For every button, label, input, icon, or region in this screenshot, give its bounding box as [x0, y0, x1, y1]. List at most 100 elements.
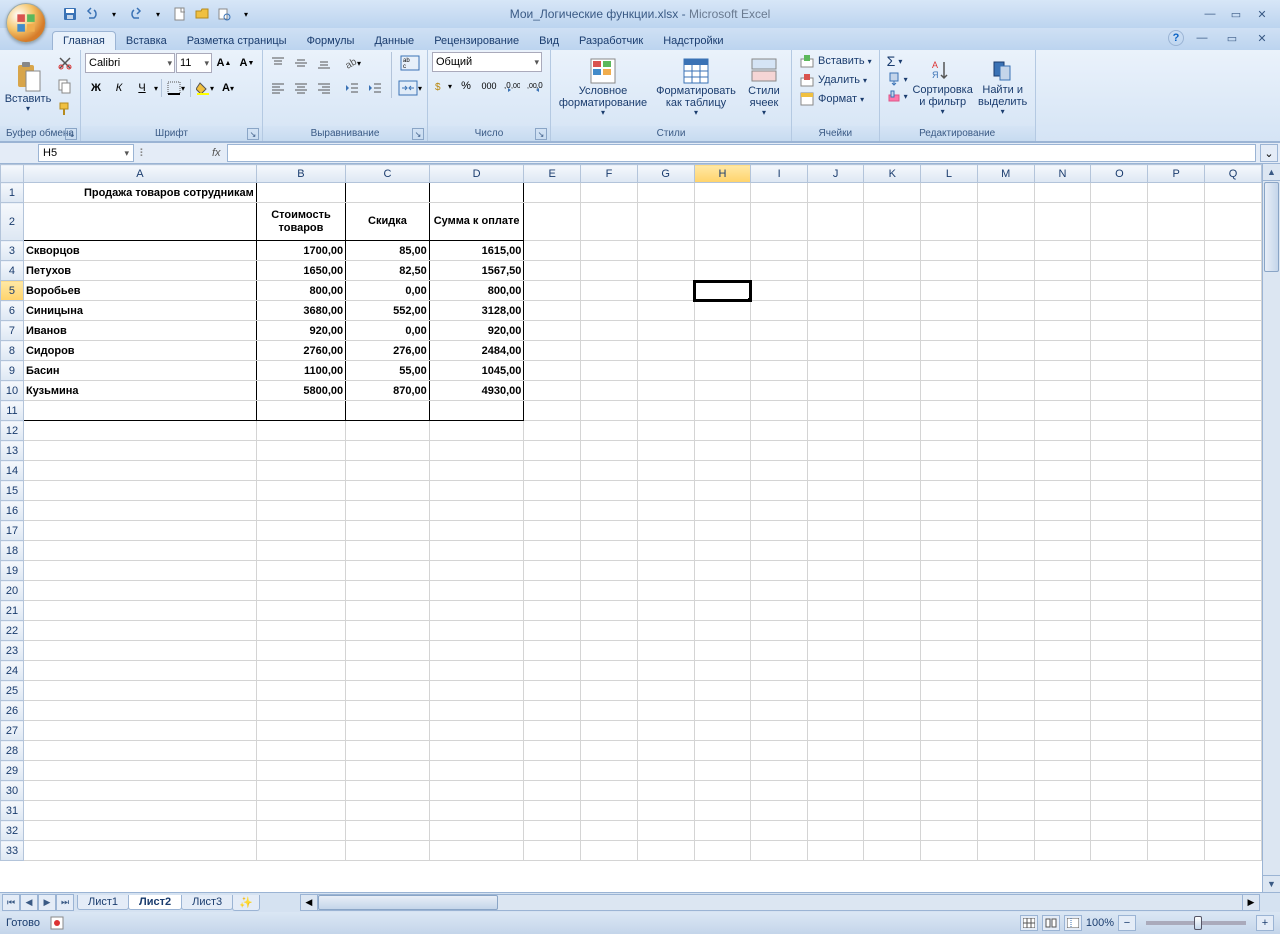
cell-J2[interactable]	[807, 203, 864, 241]
insert-cells-button[interactable]: Вставить	[796, 52, 875, 70]
cell-H10[interactable]	[694, 381, 751, 401]
col-header-A[interactable]: A	[23, 165, 256, 183]
cell-C14[interactable]	[346, 461, 430, 481]
cell-F1[interactable]	[581, 183, 638, 203]
cell-D20[interactable]	[429, 581, 524, 601]
cell-J30[interactable]	[807, 781, 864, 801]
cell-G29[interactable]	[637, 761, 694, 781]
align-center-icon[interactable]	[290, 77, 312, 99]
cell-K22[interactable]	[864, 621, 921, 641]
close-button[interactable]: ✕	[1250, 6, 1274, 22]
cell-J32[interactable]	[807, 821, 864, 841]
cell-M20[interactable]	[977, 581, 1034, 601]
cell-L31[interactable]	[921, 801, 978, 821]
cell-B28[interactable]	[256, 741, 345, 761]
cell-M26[interactable]	[977, 701, 1034, 721]
cell-N11[interactable]	[1034, 401, 1091, 421]
col-header-M[interactable]: M	[977, 165, 1034, 183]
decrease-indent-icon[interactable]	[341, 77, 363, 99]
cell-J4[interactable]	[807, 261, 864, 281]
cell-H27[interactable]	[694, 721, 751, 741]
cell-O16[interactable]	[1091, 501, 1148, 521]
cell-O28[interactable]	[1091, 741, 1148, 761]
cell-H21[interactable]	[694, 601, 751, 621]
cell-H4[interactable]	[694, 261, 751, 281]
cell-P19[interactable]	[1148, 561, 1205, 581]
cell-J11[interactable]	[807, 401, 864, 421]
cell-O22[interactable]	[1091, 621, 1148, 641]
cell-J24[interactable]	[807, 661, 864, 681]
decrease-font-icon[interactable]: A▼	[236, 52, 258, 74]
cell-Q16[interactable]	[1205, 501, 1262, 521]
cell-E6[interactable]	[524, 301, 581, 321]
redo-dropdown[interactable]	[148, 4, 168, 24]
cell-I2[interactable]	[751, 203, 807, 241]
cell-K24[interactable]	[864, 661, 921, 681]
cell-Q11[interactable]	[1205, 401, 1262, 421]
cell-N17[interactable]	[1034, 521, 1091, 541]
cell-A30[interactable]	[23, 781, 256, 801]
cell-O10[interactable]	[1091, 381, 1148, 401]
name-box[interactable]: H5▾	[38, 144, 134, 162]
cell-K27[interactable]	[864, 721, 921, 741]
cell-B19[interactable]	[256, 561, 345, 581]
cell-P9[interactable]	[1148, 361, 1205, 381]
cell-B33[interactable]	[256, 841, 345, 861]
cell-E16[interactable]	[524, 501, 581, 521]
cell-E14[interactable]	[524, 461, 581, 481]
cell-I1[interactable]	[751, 183, 807, 203]
cell-G21[interactable]	[637, 601, 694, 621]
cell-G16[interactable]	[637, 501, 694, 521]
macro-record-icon[interactable]	[50, 916, 64, 930]
cell-J16[interactable]	[807, 501, 864, 521]
cell-B27[interactable]	[256, 721, 345, 741]
cell-O31[interactable]	[1091, 801, 1148, 821]
doc-minimize-button[interactable]: —	[1190, 30, 1214, 46]
cell-G28[interactable]	[637, 741, 694, 761]
cell-G17[interactable]	[637, 521, 694, 541]
cell-E15[interactable]	[524, 481, 581, 501]
cell-D9[interactable]: 1045,00	[429, 361, 524, 381]
autosum-button[interactable]: Σ	[884, 52, 911, 70]
fill-color-button[interactable]	[194, 77, 216, 99]
cell-M32[interactable]	[977, 821, 1034, 841]
cell-K19[interactable]	[864, 561, 921, 581]
cell-E33[interactable]	[524, 841, 581, 861]
col-header-F[interactable]: F	[581, 165, 638, 183]
number-launcher[interactable]: ↘	[535, 128, 547, 140]
row-header-26[interactable]: 26	[1, 701, 24, 721]
col-header-E[interactable]: E	[524, 165, 581, 183]
cell-E3[interactable]	[524, 241, 581, 261]
cell-B8[interactable]: 2760,00	[256, 341, 345, 361]
cell-O25[interactable]	[1091, 681, 1148, 701]
row-header-31[interactable]: 31	[1, 801, 24, 821]
row-header-18[interactable]: 18	[1, 541, 24, 561]
cell-Q1[interactable]	[1205, 183, 1262, 203]
cell-H23[interactable]	[694, 641, 751, 661]
cell-G2[interactable]	[637, 203, 694, 241]
cell-N8[interactable]	[1034, 341, 1091, 361]
cell-P33[interactable]	[1148, 841, 1205, 861]
col-header-Q[interactable]: Q	[1205, 165, 1262, 183]
cell-O19[interactable]	[1091, 561, 1148, 581]
cell-H14[interactable]	[694, 461, 751, 481]
cell-M17[interactable]	[977, 521, 1034, 541]
cell-P30[interactable]	[1148, 781, 1205, 801]
save-icon[interactable]	[60, 4, 80, 24]
formula-bar[interactable]	[227, 144, 1256, 162]
cell-A23[interactable]	[23, 641, 256, 661]
cell-M18[interactable]	[977, 541, 1034, 561]
cell-D32[interactable]	[429, 821, 524, 841]
row-header-7[interactable]: 7	[1, 321, 24, 341]
cell-K10[interactable]	[864, 381, 921, 401]
cell-L29[interactable]	[921, 761, 978, 781]
cell-B9[interactable]: 1100,00	[256, 361, 345, 381]
row-header-20[interactable]: 20	[1, 581, 24, 601]
cell-M11[interactable]	[977, 401, 1034, 421]
cell-Q2[interactable]	[1205, 203, 1262, 241]
cell-Q31[interactable]	[1205, 801, 1262, 821]
cell-J13[interactable]	[807, 441, 864, 461]
cell-E26[interactable]	[524, 701, 581, 721]
merge-cells-icon[interactable]	[397, 77, 423, 99]
copy-icon[interactable]	[54, 75, 76, 97]
